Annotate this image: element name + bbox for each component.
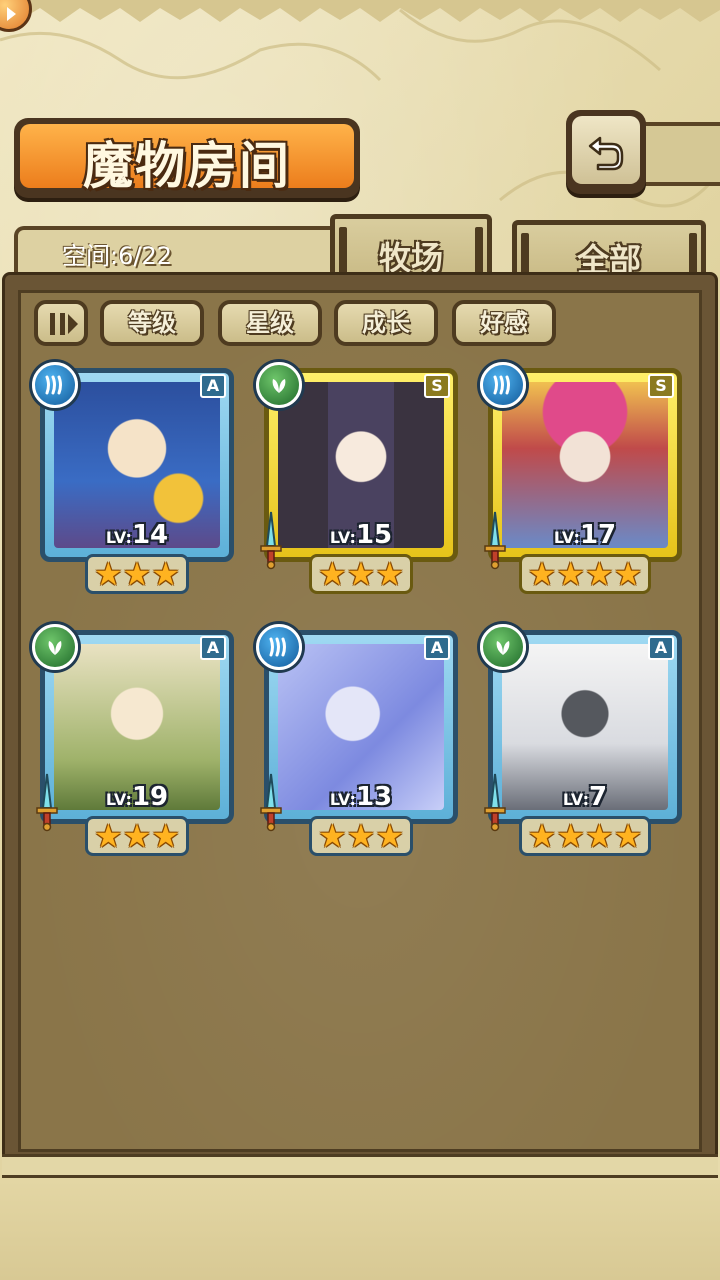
return-arrow-icon xyxy=(588,136,624,171)
star-icon: ★ xyxy=(151,555,181,593)
level-label: LV:13 xyxy=(256,782,466,812)
star-icon: ★ xyxy=(375,555,405,593)
star-icon: ★ xyxy=(122,817,152,855)
filter-label: 成长 xyxy=(362,309,410,337)
star-rating: ★★★ xyxy=(32,554,242,594)
star-rating: ★★★ xyxy=(256,554,466,594)
leaf-element-icon xyxy=(480,624,526,670)
leaf-element-icon xyxy=(32,624,78,670)
title-banner: 魔物房间 xyxy=(14,118,360,198)
monster-card[interactable]: A LV:19 ★★★ xyxy=(32,622,242,860)
level-value: 7 xyxy=(588,782,608,812)
star-rating: ★★★★ xyxy=(480,554,690,594)
level-value: 13 xyxy=(355,782,393,812)
star-bar: ★★★ xyxy=(308,816,414,856)
star-icon: ★ xyxy=(556,817,585,855)
star-rating: ★★★ xyxy=(256,816,466,856)
star-icon: ★ xyxy=(527,555,557,593)
rank-badge: A xyxy=(648,636,674,660)
filter-growth-button[interactable]: 成长 xyxy=(334,300,438,346)
filter-label: 等级 xyxy=(128,309,176,337)
monster-card[interactable]: S LV:15 ★★★ xyxy=(256,360,466,598)
monster-card[interactable]: A LV:14 ★★★ xyxy=(32,360,242,598)
rank-badge: A xyxy=(200,636,226,660)
monster-card[interactable]: A LV:7 ★★★★ xyxy=(480,622,690,860)
star-bar: ★★★ xyxy=(84,554,190,594)
level-prefix: LV: xyxy=(329,528,356,547)
water-element-icon xyxy=(480,362,526,408)
star-icon: ★ xyxy=(93,555,123,593)
star-icon: ★ xyxy=(317,555,347,593)
level-value: 19 xyxy=(131,782,169,812)
star-icon: ★ xyxy=(585,817,614,855)
level-label: LV:7 xyxy=(480,782,690,812)
level-label: LV:19 xyxy=(32,782,242,812)
space-capacity-label: 空间:6/22 xyxy=(62,242,172,270)
level-prefix: LV: xyxy=(553,528,580,547)
panel-bottom-edge xyxy=(2,1154,718,1178)
level-value: 14 xyxy=(131,520,169,550)
filter-label: 星级 xyxy=(246,309,294,337)
water-element-icon xyxy=(256,624,302,670)
sort-toggle-icon-arrow xyxy=(68,314,78,334)
monster-card[interactable]: S LV:17 ★★★★ xyxy=(480,360,690,598)
filter-star-button[interactable]: 星级 xyxy=(218,300,322,346)
filter-label: 好感 xyxy=(480,309,528,337)
level-value: 17 xyxy=(579,520,617,550)
filter-level-button[interactable]: 等级 xyxy=(100,300,204,346)
star-icon: ★ xyxy=(93,817,123,855)
level-prefix: LV: xyxy=(562,790,589,809)
star-rating: ★★★ xyxy=(32,816,242,856)
filter-affection-button[interactable]: 好感 xyxy=(452,300,556,346)
star-icon: ★ xyxy=(151,817,181,855)
level-label: LV:17 xyxy=(480,520,690,550)
rank-badge: S xyxy=(648,374,674,398)
star-icon: ★ xyxy=(613,817,643,855)
page-title: 魔物房间 xyxy=(83,136,291,195)
star-bar: ★★★ xyxy=(308,554,414,594)
sort-toggle-icon-bar xyxy=(60,313,65,335)
star-icon: ★ xyxy=(346,817,376,855)
star-icon: ★ xyxy=(527,817,557,855)
level-prefix: LV: xyxy=(329,790,356,809)
bottom-strip xyxy=(0,1180,720,1280)
star-rating: ★★★★ xyxy=(480,816,690,856)
arrow-right-icon xyxy=(7,7,16,21)
water-element-icon xyxy=(32,362,78,408)
level-prefix: LV: xyxy=(105,790,132,809)
star-bar: ★★★★ xyxy=(518,816,652,856)
rank-badge: A xyxy=(200,374,226,398)
star-icon: ★ xyxy=(556,555,585,593)
star-icon: ★ xyxy=(613,555,643,593)
star-icon: ★ xyxy=(122,555,152,593)
monster-card[interactable]: A LV:13 ★★★ xyxy=(256,622,466,860)
level-label: LV:14 xyxy=(32,520,242,550)
sort-toggle-icon xyxy=(50,313,55,335)
star-icon: ★ xyxy=(317,817,347,855)
sort-order-button[interactable] xyxy=(34,300,88,346)
star-bar: ★★★ xyxy=(84,816,190,856)
star-bar: ★★★★ xyxy=(518,554,652,594)
level-prefix: LV: xyxy=(105,528,132,547)
star-icon: ★ xyxy=(585,555,614,593)
rank-badge: A xyxy=(424,636,450,660)
star-icon: ★ xyxy=(346,555,376,593)
level-label: LV:15 xyxy=(256,520,466,550)
back-button[interactable] xyxy=(566,110,646,194)
leaf-element-icon xyxy=(256,362,302,408)
rank-badge: S xyxy=(424,374,450,398)
star-icon: ★ xyxy=(375,817,405,855)
level-value: 15 xyxy=(355,520,393,550)
